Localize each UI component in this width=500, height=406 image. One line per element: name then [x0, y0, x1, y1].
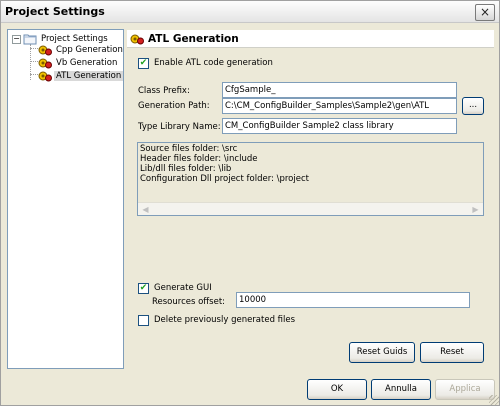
generation-path-label: Generation Path: — [138, 101, 210, 111]
type-library-label: Type Library Name: — [138, 122, 221, 132]
info-line: Source files folder: \src — [140, 144, 238, 154]
info-line: Configuration Dll project folder: \proje… — [140, 174, 309, 184]
class-prefix-label: Class Prefix: — [138, 86, 190, 96]
gear-icon — [38, 45, 52, 55]
resources-offset-input[interactable]: 10000 — [236, 292, 470, 308]
delete-generated-checkbox[interactable] — [138, 315, 149, 326]
apply-button[interactable]: Applica — [435, 379, 495, 400]
tree-item-label: ATL Generation — [54, 70, 124, 81]
panel-header: ATL Generation — [127, 30, 494, 48]
reset-guids-button[interactable]: Reset Guids — [349, 342, 415, 363]
gear-icon — [38, 71, 52, 81]
scroll-left-icon[interactable]: ◀ — [139, 204, 152, 215]
class-prefix-input[interactable]: CfgSample_ — [222, 82, 457, 98]
info-line: Header files folder: \include — [140, 154, 258, 164]
panel-title: ATL Generation — [148, 32, 239, 45]
horizontal-scrollbar[interactable]: ◀ ▶ — [138, 202, 483, 215]
resize-grip-icon[interactable] — [489, 395, 499, 405]
tree-item-label: Vb Generation — [56, 57, 118, 68]
scroll-right-icon[interactable]: ▶ — [469, 204, 482, 215]
tree-expander-minus[interactable]: − — [12, 35, 21, 44]
folders-info-box[interactable]: Source files folder: \src Header files f… — [137, 142, 484, 216]
close-button[interactable]: × — [475, 4, 495, 21]
info-line: Lib/dll files folder: \lib — [140, 164, 232, 174]
project-settings-window: Project Settings × − Project Settings Cp… — [0, 0, 500, 406]
tree-item-label: Cpp Generation — [56, 44, 123, 55]
enable-atl-label: Enable ATL code generation — [154, 58, 273, 68]
tree-item-label: Project Settings — [41, 33, 108, 44]
browse-button[interactable]: ... — [462, 97, 484, 115]
gear-icon — [130, 34, 144, 44]
reset-button[interactable]: Reset — [420, 342, 484, 363]
type-library-input[interactable]: CM_ConfigBuilder Sample2 class library — [222, 118, 457, 134]
title-bar[interactable]: Project Settings × — [1, 1, 499, 23]
folder-icon — [23, 34, 37, 44]
generate-gui-checkbox[interactable]: ✔ — [138, 283, 149, 294]
settings-tree[interactable]: − Project Settings Cpp Generation Vb Gen… — [7, 29, 124, 369]
tree-item-vb-generation[interactable]: Vb Generation — [38, 56, 119, 69]
generation-path-input[interactable]: C:\CM_ConfigBuilder_Samples\Sample2\gen\… — [222, 98, 457, 114]
cancel-button[interactable]: Annulla — [371, 379, 431, 400]
ok-button[interactable]: OK — [307, 379, 367, 400]
enable-atl-checkbox[interactable]: ✔ — [138, 58, 149, 69]
tree-item-cpp-generation[interactable]: Cpp Generation — [38, 43, 125, 56]
resources-offset-label: Resources offset: — [152, 297, 226, 307]
tree-item-atl-generation[interactable]: ATL Generation — [38, 69, 124, 82]
gear-icon — [38, 58, 52, 68]
delete-generated-label: Delete previously generated files — [154, 315, 296, 325]
window-title: Project Settings — [5, 5, 105, 18]
close-icon: × — [479, 5, 491, 19]
generate-gui-label: Generate GUI — [154, 283, 212, 293]
